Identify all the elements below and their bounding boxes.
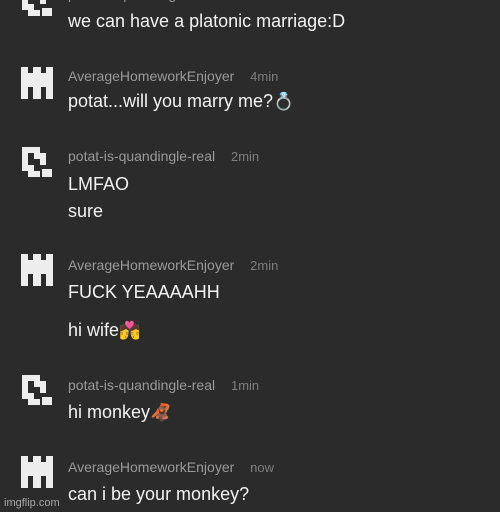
message-header: AverageHomeworkEnjoyer 2min: [68, 257, 278, 273]
username[interactable]: potat-is-quandingle-real: [68, 0, 215, 2]
potat-avatar-icon: [22, 375, 52, 405]
timestamp: now: [250, 460, 275, 475]
message-header: potat-is-quandingle-real 1min: [68, 377, 259, 393]
username[interactable]: potat-is-quandingle-real: [68, 377, 215, 393]
timestamp: 1min: [230, 378, 260, 393]
message-text: potat...will you marry me?💍: [68, 91, 294, 112]
message-text: sure: [68, 201, 104, 221]
message-text: we can have a platonic marriage:D: [68, 11, 346, 31]
potat-avatar-icon: [22, 0, 52, 16]
message-text: hi monkey🦧: [68, 402, 171, 423]
castle-avatar-icon: [21, 67, 53, 99]
castle-avatar-icon: [21, 254, 53, 286]
message-header: AverageHomeworkEnjoyer 4min: [68, 68, 278, 84]
message-header: potat-is-quandingle-real 2min: [68, 148, 259, 164]
timestamp: 4min: [250, 69, 279, 84]
castle-avatar-icon: [21, 456, 53, 488]
message-text-content: potat...will you marry me?: [68, 91, 274, 111]
username[interactable]: AverageHomeworkEnjoyer: [68, 459, 234, 475]
message-header: potat-is-quandingle-real 3min: [68, 0, 259, 2]
message-text: FUCK YEAAAAHH: [68, 282, 220, 302]
username[interactable]: AverageHomeworkEnjoyer: [68, 68, 234, 84]
message-text: hi wife💏: [68, 320, 140, 341]
timestamp: 2min: [250, 258, 279, 273]
message-text-content: hi wife: [68, 320, 120, 340]
orangutan-emoji-icon: 🦧: [150, 403, 172, 423]
timestamp: 3min: [231, 0, 259, 2]
username[interactable]: potat-is-quandingle-real: [68, 148, 215, 164]
message-text-content: hi monkey: [68, 402, 151, 422]
ring-emoji-icon: 💍: [273, 92, 295, 112]
username[interactable]: AverageHomeworkEnjoyer: [68, 257, 234, 273]
message-text: LMFAO: [68, 174, 130, 194]
imgflip-watermark: imgflip.com: [4, 497, 60, 509]
message-header: AverageHomeworkEnjoyer now: [68, 459, 274, 475]
kiss-emoji-icon: 💏: [119, 321, 141, 341]
potat-avatar-icon: [22, 147, 52, 177]
timestamp: 2min: [230, 149, 260, 164]
message-text: can i be your monkey?: [68, 484, 250, 504]
